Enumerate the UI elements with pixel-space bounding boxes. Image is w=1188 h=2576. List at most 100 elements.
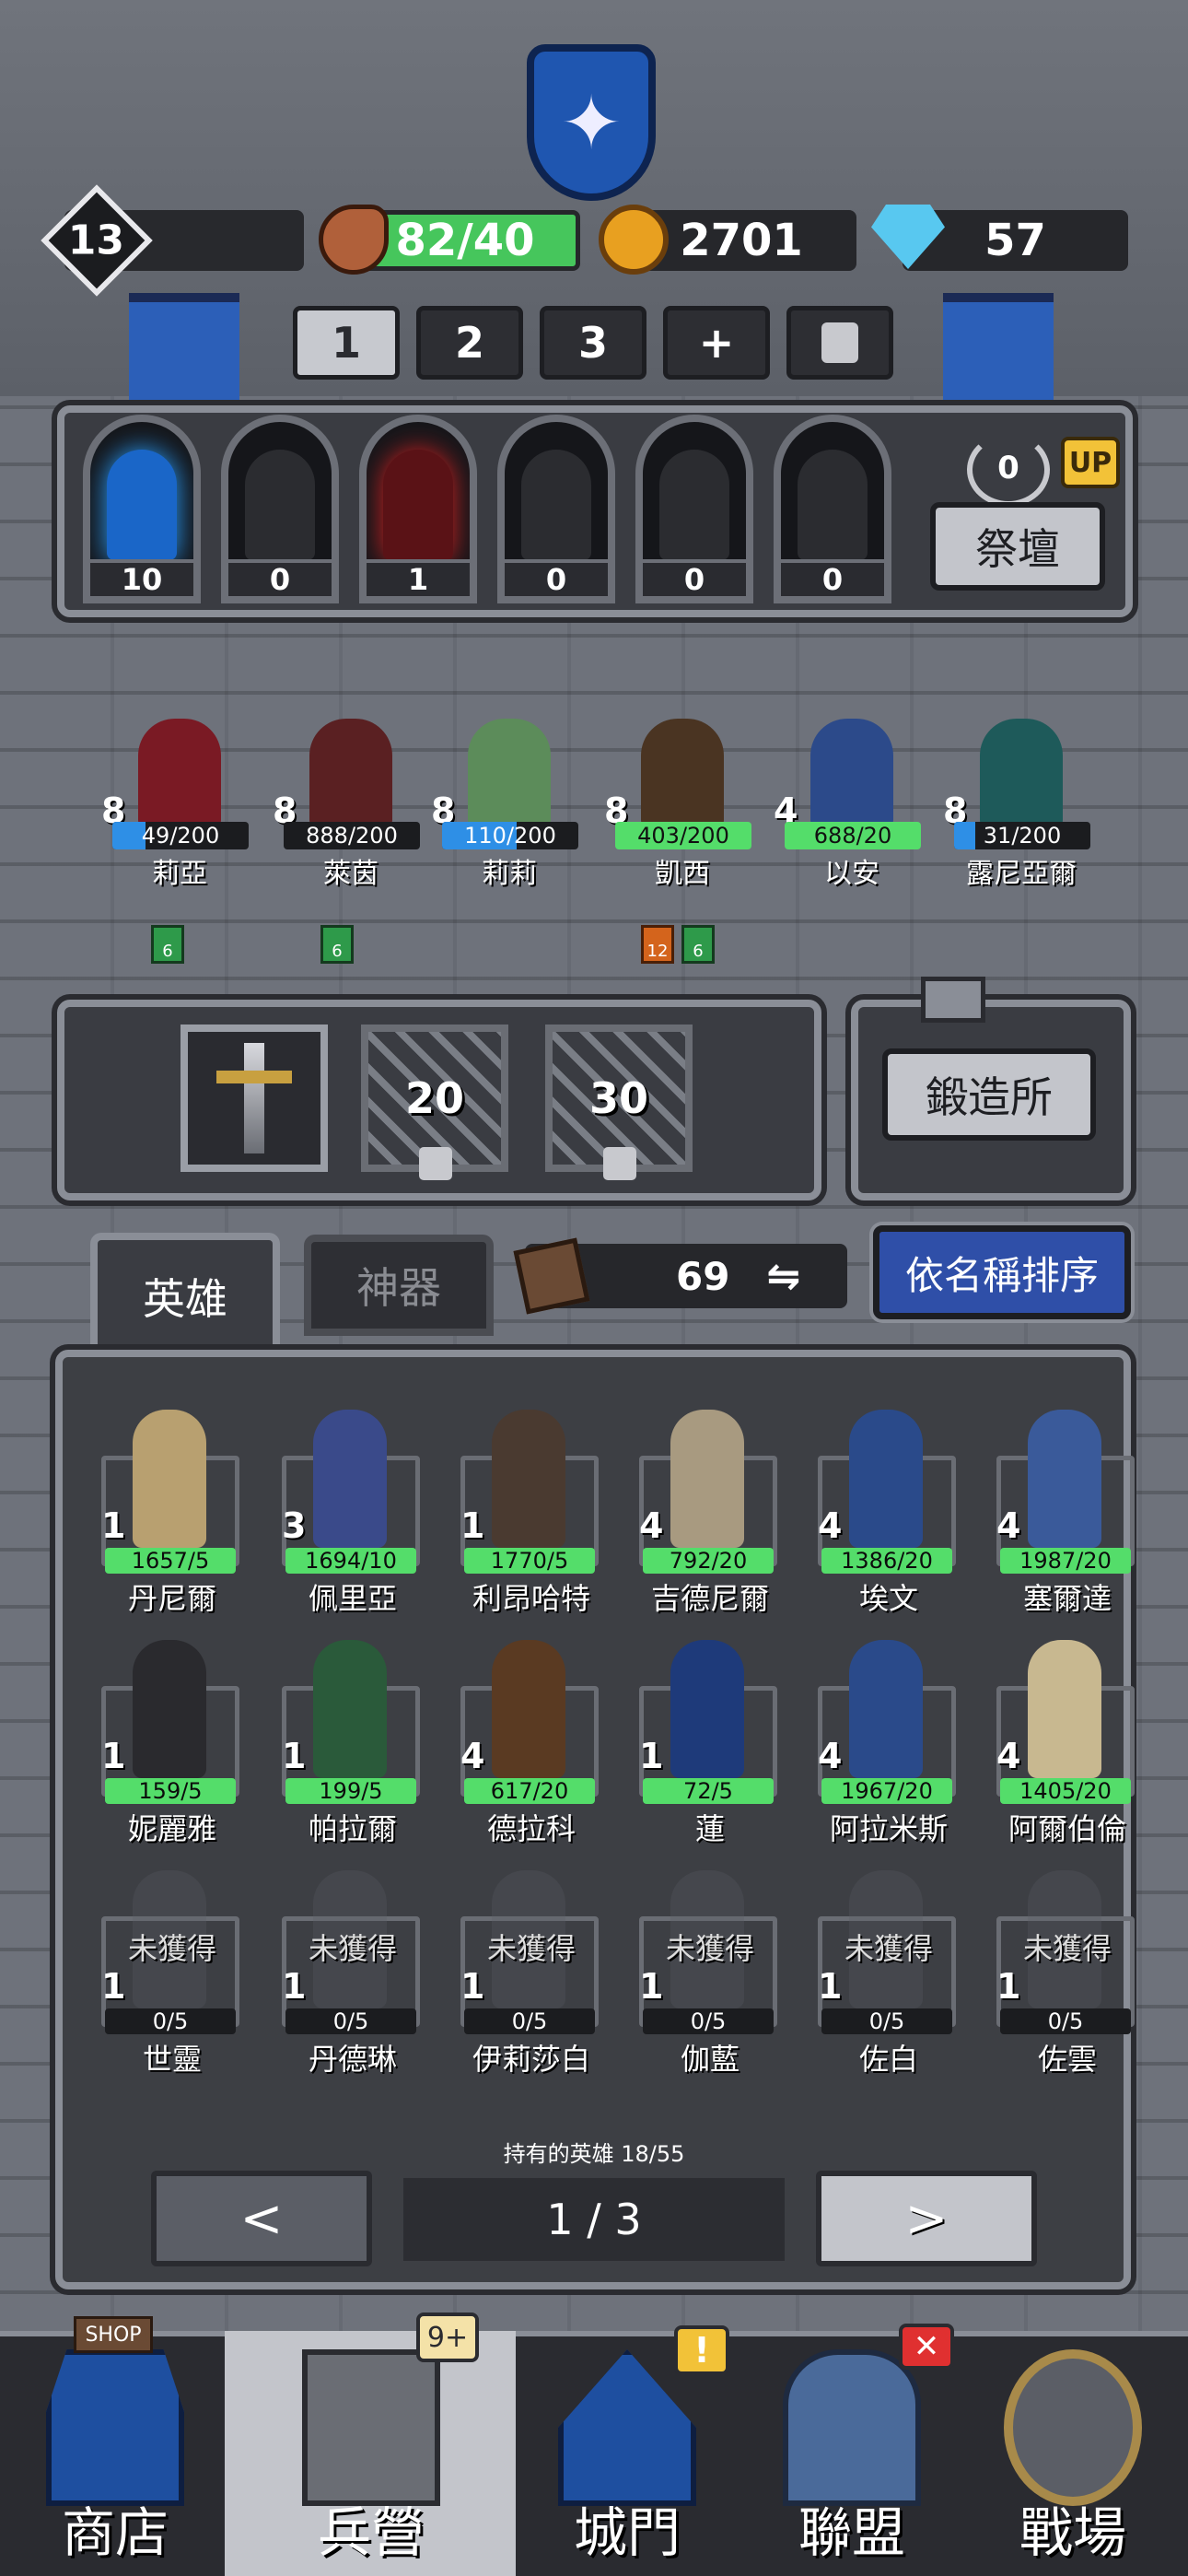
swap-icon[interactable]: ⇋ <box>766 1253 800 1300</box>
hero-card[interactable]: 4 792/20 吉德尼爾 <box>623 1410 788 1616</box>
hero-exp-bar: 1770/5 <box>464 1548 595 1574</box>
team-tab-locked[interactable] <box>786 306 893 380</box>
hero-card[interactable]: 4 1405/20 阿爾伯倫 <box>980 1640 1146 1846</box>
tab-artifacts[interactable]: 神器 <box>304 1235 494 1336</box>
hero-exp-bar: 1987/20 <box>1000 1548 1131 1574</box>
party-hero-2[interactable]: 8 888/200 萊茵 <box>273 719 429 890</box>
nav-gate[interactable]: ! 城門 <box>512 2325 742 2576</box>
gate-alert-badge: ! <box>674 2325 729 2375</box>
hero-name: 塞爾達 <box>1022 1581 1112 1616</box>
prev-page-button[interactable]: < <box>151 2171 372 2266</box>
hammer-icon <box>921 977 985 1023</box>
hero-name: 吉德尼爾 <box>650 1581 769 1616</box>
locked-hero-card[interactable]: 未獲得 1 0/5 丹德琳 <box>265 1870 431 2077</box>
nav-barracks[interactable]: 9+ 兵營 <box>256 2313 486 2576</box>
book-counter[interactable]: 69 ⇋ <box>513 1237 847 1315</box>
hero-name: 利昂哈特 <box>472 1581 590 1616</box>
hero-exp-bar: 0/5 <box>1000 2008 1131 2034</box>
summon-gate-1[interactable]: 10 <box>83 415 201 603</box>
barracks-badge: 9+ <box>416 2313 479 2362</box>
hero-level: 4 <box>996 1505 1021 1546</box>
locked-hero-card[interactable]: 未獲得 1 0/5 佐白 <box>801 1870 967 2077</box>
hero-exp-bar: 1694/10 <box>285 1548 416 1574</box>
alliance-badge: ✕ <box>899 2324 954 2370</box>
hero-level: 1 <box>282 1966 307 2007</box>
party-hero-3[interactable]: 8 110/200 莉莉 <box>431 719 588 890</box>
hero-card[interactable]: 1 159/5 妮麗雅 <box>85 1640 250 1846</box>
hero-level: 1 <box>101 1966 126 2007</box>
party-hero-1[interactable]: 8 49/200 莉亞 <box>101 719 258 890</box>
shop-sign: SHOP <box>74 2316 153 2353</box>
hero-level: 1 <box>639 1736 664 1776</box>
hero-name: 伽藍 <box>680 2042 740 2077</box>
not-obtained-label: 未獲得 <box>127 1931 216 1966</box>
hero-name: 妮麗雅 <box>127 1811 216 1846</box>
team-tab-3[interactable]: 3 <box>540 306 646 380</box>
party-hero-6[interactable]: 8 31/200 露尼亞爾 <box>943 719 1100 890</box>
gold-coin-icon <box>599 205 669 275</box>
equip-slot-sword[interactable] <box>181 1025 328 1172</box>
sort-by-name-button[interactable]: 依名稱排序 <box>873 1225 1131 1319</box>
hero-card[interactable]: 4 1386/20 埃文 <box>801 1410 967 1616</box>
hero-name: 佐白 <box>858 2042 918 2077</box>
hero-exp-bar: 0/5 <box>643 2008 774 2034</box>
hero-name: 佩里亞 <box>308 1581 397 1616</box>
locked-hero-card[interactable]: 未獲得 1 0/5 伽藍 <box>623 1870 788 2077</box>
hero-exp-bar: 159/5 <box>105 1778 236 1804</box>
not-obtained-label: 未獲得 <box>486 1931 576 1966</box>
altar-button[interactable]: 祭壇 <box>930 502 1105 591</box>
summon-gate-6[interactable]: 0 <box>774 415 891 603</box>
owned-heroes-count: 持有的英雄 18/55 <box>503 2141 685 2167</box>
summon-gate-4[interactable]: 0 <box>497 415 615 603</box>
hero-card[interactable]: 1 1657/5 丹尼爾 <box>85 1410 250 1616</box>
hero-card[interactable]: 4 617/20 德拉科 <box>444 1640 610 1846</box>
team-tab-1[interactable]: 1 <box>293 306 400 380</box>
hero-sprite <box>492 1410 565 1548</box>
hero-card[interactable]: 1 1770/5 利昂哈特 <box>444 1410 610 1616</box>
hero-level: 1 <box>460 1505 485 1546</box>
hero-name: 阿拉米斯 <box>829 1811 948 1846</box>
summon-gate-5[interactable]: 0 <box>635 415 753 603</box>
hero-card[interactable]: 1 199/5 帕拉爾 <box>265 1640 431 1846</box>
hero-card[interactable]: 1 72/5 蓮 <box>623 1640 788 1846</box>
hero-card[interactable]: 4 1967/20 阿拉米斯 <box>801 1640 967 1846</box>
hero-name: 阿爾伯倫 <box>1007 1811 1126 1846</box>
hero-level: 3 <box>282 1505 307 1546</box>
hero-exp-bar: 0/5 <box>105 2008 236 2034</box>
nav-alliance[interactable]: ✕ 聯盟 <box>737 2324 967 2576</box>
locked-hero-card[interactable]: 未獲得 1 0/5 佐雲 <box>980 1870 1146 2077</box>
hero-level: 4 <box>639 1505 664 1546</box>
not-obtained-label: 未獲得 <box>844 1931 933 1966</box>
team-tab-add[interactable]: + <box>663 306 770 380</box>
locked-hero-card[interactable]: 未獲得 1 0/5 世靈 <box>85 1870 250 2077</box>
party-hero-5[interactable]: 4 688/20 以安 <box>774 719 930 890</box>
hero-level: 1 <box>639 1966 664 2007</box>
phoenix-crest-icon: ✦ <box>527 44 656 201</box>
hero-sprite <box>849 1410 923 1548</box>
hero-card[interactable]: 3 1694/10 佩里亞 <box>265 1410 431 1616</box>
hero-exp-bar: 0/5 <box>464 2008 595 2034</box>
hero-level: 4 <box>460 1736 485 1776</box>
hero-name: 世靈 <box>142 2042 202 2077</box>
arena-crossed-swords-icon <box>1004 2349 1142 2506</box>
hero-name: 帕拉爾 <box>308 1811 397 1846</box>
party-hero-4[interactable]: 8 403/200 凱西 <box>604 719 761 890</box>
locked-hero-card[interactable]: 未獲得 1 0/5 伊莉莎白 <box>444 1870 610 2077</box>
summon-gate-3[interactable]: 1 <box>359 415 477 603</box>
forge-button[interactable]: 鍛造所 <box>882 1048 1096 1141</box>
hero-sprite <box>133 1640 206 1778</box>
hero-exp-bar: 0/5 <box>821 2008 952 2034</box>
tab-heroes[interactable]: 英雄 <box>90 1233 280 1352</box>
next-page-button[interactable]: > <box>816 2171 1037 2266</box>
meat-icon <box>319 205 389 275</box>
hero-card[interactable]: 4 1987/20 塞爾達 <box>980 1410 1146 1616</box>
not-obtained-label: 未獲得 <box>308 1931 397 1966</box>
hero-exp-bar: 792/20 <box>643 1548 774 1574</box>
nav-shop[interactable]: SHOP 商店 <box>0 2316 230 2576</box>
wreath-icon <box>967 433 1050 507</box>
not-obtained-label: 未獲得 <box>665 1931 754 1966</box>
summon-gate-2[interactable]: 0 <box>221 415 339 603</box>
padlock-icon <box>821 322 858 363</box>
team-tab-2[interactable]: 2 <box>416 306 523 380</box>
nav-arena[interactable]: 戰場 <box>958 2331 1188 2576</box>
